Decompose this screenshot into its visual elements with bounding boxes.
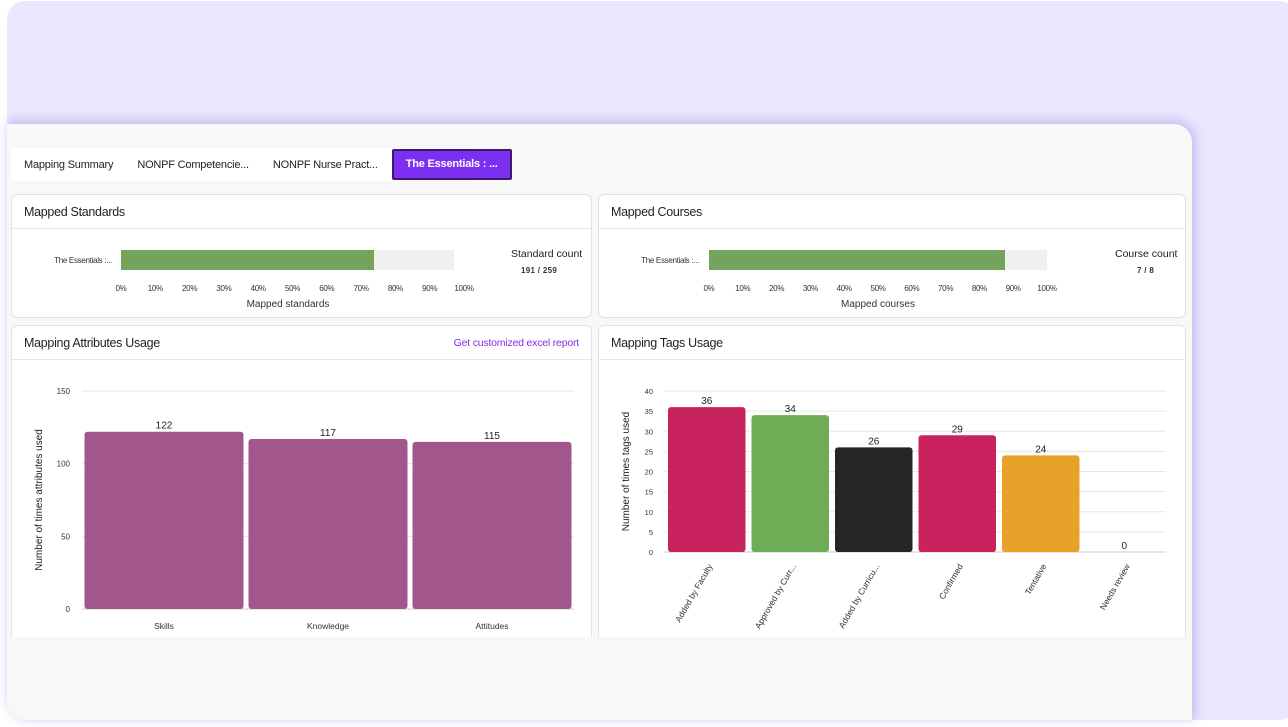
progress-tick-label: 100% [454, 284, 474, 293]
progress-tick-label: 90% [422, 284, 438, 293]
card-header: Mapping Tags Usage [599, 326, 1185, 360]
bar[interactable] [751, 415, 830, 552]
panel-bottom-area [7, 637, 1192, 720]
x-tick-label: Skills [154, 621, 174, 631]
standard-count-label: Standard count [511, 248, 583, 260]
y-tick-label: 15 [645, 488, 653, 497]
tags-bar-chart: 0 5 10 15 20 25 30 35 40 Number of times tags use… [621, 387, 1166, 630]
tab-bar: Mapping Summary NONPF Competencie... NON… [11, 148, 512, 181]
y-tick-label: 100 [57, 460, 71, 469]
progress-tick-label: 0% [703, 284, 715, 293]
tab-nonpf-competencies[interactable]: NONPF Competencie... [125, 159, 261, 171]
progress-tick-label: 70% [938, 284, 954, 293]
tab-nonpf-nurse-practitioner[interactable]: NONPF Nurse Pract... [261, 159, 390, 171]
bar[interactable] [84, 431, 244, 609]
bar-value-label: 117 [320, 428, 336, 439]
progress-track [121, 250, 454, 270]
card-title: Mapping Tags Usage [611, 335, 723, 350]
mapped-standards-card: Mapped Standards The Essentials :... 0% 1… [11, 194, 592, 318]
progress-tick-label: 20% [769, 284, 785, 293]
attributes-bar-chart: 0 50 100 150 Number of times attributes used… [34, 387, 574, 631]
bar[interactable] [668, 407, 746, 552]
x-tick-label: Attitudes [475, 621, 508, 631]
bar-value-label: 34 [785, 404, 797, 415]
y-tick-label: 0 [66, 605, 71, 614]
y-tick-label: 20 [645, 468, 653, 477]
bar[interactable] [412, 441, 572, 609]
progress-tick-label: 50% [870, 284, 886, 293]
bar[interactable] [1002, 455, 1080, 552]
course-count-value: 7 / 8 [1137, 266, 1155, 275]
card-title: Mapped Courses [611, 204, 702, 219]
progress-tick-label: 70% [353, 284, 369, 293]
bar[interactable] [248, 438, 408, 609]
x-tick-label: Added by Curricu... [836, 562, 881, 630]
progress-row-label: The Essentials :... [641, 256, 699, 265]
y-tick-label: 40 [645, 387, 653, 396]
y-tick-label: 10 [645, 508, 653, 517]
card-header: Mapped Standards [12, 195, 591, 229]
card-title: Mapping Attributes Usage [24, 335, 160, 350]
progress-tick-label: 80% [971, 284, 987, 293]
excel-report-link[interactable]: Get customized excel report [454, 337, 580, 349]
bar-value-label: 26 [868, 436, 880, 447]
progress-tick-label: 40% [836, 284, 852, 293]
y-tick-label: 50 [61, 532, 70, 541]
card-header: Mapping Attributes Usage Get customized … [12, 326, 591, 360]
progress-track [709, 250, 1047, 270]
x-tick-label: Tentative [1023, 562, 1049, 597]
bar[interactable] [918, 435, 997, 552]
y-tick-label: 25 [645, 447, 653, 456]
progress-tick-label: 30% [802, 284, 818, 293]
progress-tick-label: 80% [387, 284, 403, 293]
tab-the-essentials[interactable]: The Essentials : ... [391, 149, 512, 180]
tab-mapping-summary[interactable]: Mapping Summary [11, 159, 125, 171]
course-count-label: Course count [1115, 248, 1178, 260]
bar-value-label: 36 [701, 396, 713, 407]
y-tick-label: 150 [57, 387, 71, 396]
bar-value-label: 122 [156, 421, 173, 432]
bar-value-label: 24 [1035, 444, 1047, 455]
progress-axis-title: Mapped courses [841, 299, 915, 310]
y-tick-label: 0 [649, 548, 653, 557]
mapped-courses-card: Mapped Courses The Essentials :... 0% 10%… [598, 194, 1186, 318]
y-tick-label: 35 [645, 407, 653, 416]
progress-tick-label: 20% [182, 284, 198, 293]
x-tick-label: Added by Faculty [673, 561, 715, 624]
progress-tick-label: 100% [1037, 284, 1057, 293]
progress-tick-label: 40% [250, 284, 266, 293]
progress-tick-label: 60% [904, 284, 920, 293]
progress-tick-label: 60% [319, 284, 335, 293]
x-tick-label: Approved by Curr... [753, 562, 798, 630]
x-tick-label: Knowledge [307, 621, 349, 631]
progress-row-label: The Essentials :... [54, 256, 112, 265]
progress-tick-label: 30% [216, 284, 232, 293]
bar-value-label: 0 [1121, 541, 1127, 552]
y-tick-label: 5 [649, 528, 653, 537]
progress-tick-label: 50% [284, 284, 301, 293]
progress-tick-label: 10% [735, 284, 751, 293]
card-header: Mapped Courses [599, 195, 1185, 229]
y-axis-title: Number of times tags used [621, 412, 632, 532]
x-tick-label: Needs review [1098, 561, 1133, 611]
card-title: Mapped Standards [24, 204, 125, 219]
bar-value-label: 29 [952, 424, 964, 435]
progress-fill [709, 250, 1005, 270]
x-tick-label: Confirmed [937, 562, 965, 601]
progress-tick-label: 0% [115, 284, 127, 293]
y-tick-label: 30 [645, 427, 653, 436]
progress-tick-label: 10% [147, 284, 163, 293]
standard-count-value: 191 / 259 [521, 266, 558, 275]
progress-axis-title: Mapped standards [246, 299, 330, 310]
progress-tick-label: 90% [1005, 284, 1021, 293]
bar-value-label: 115 [484, 431, 500, 442]
y-axis-title: Number of times attributes used [34, 429, 45, 571]
progress-fill [121, 250, 374, 270]
bar[interactable] [835, 447, 913, 552]
